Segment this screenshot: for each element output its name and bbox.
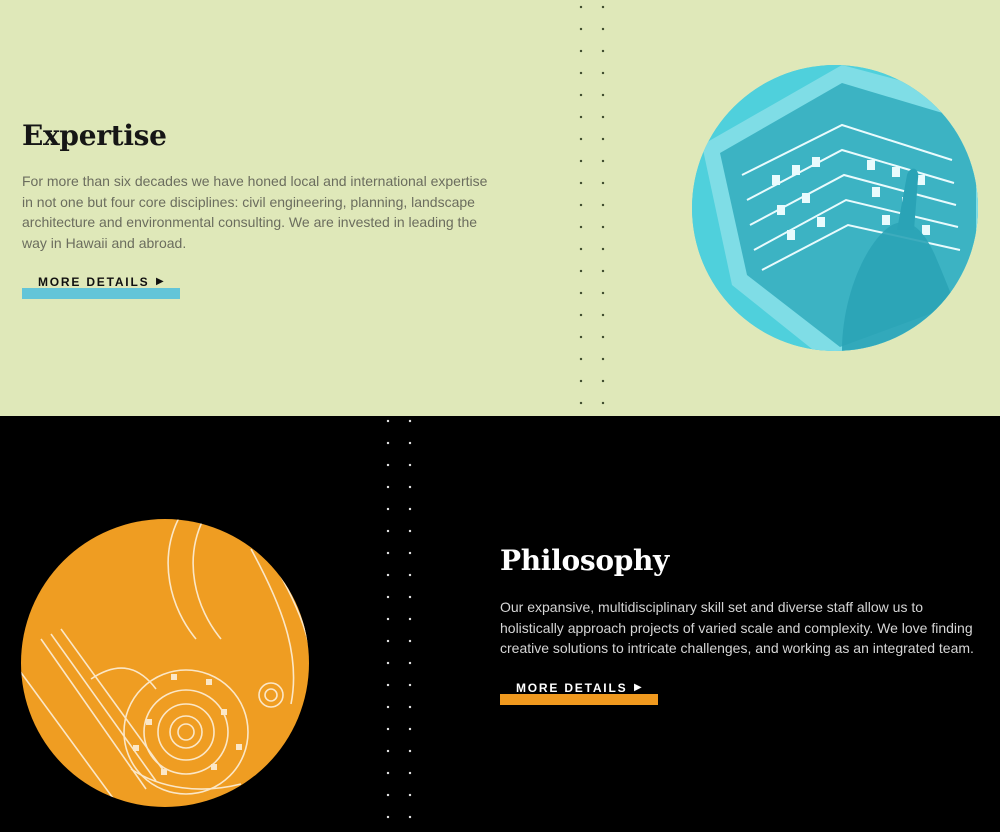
expertise-more-details-button[interactable]: MORE DETAILS ▶: [22, 275, 180, 299]
play-arrow-icon: ▶: [156, 276, 164, 287]
button-underline-bar: [22, 288, 180, 299]
philosophy-more-details-button[interactable]: MORE DETAILS ▶: [500, 681, 658, 705]
tablet-drawing-illustration: [692, 65, 978, 351]
button-label: MORE DETAILS: [38, 275, 150, 289]
philosophy-title: Philosophy: [500, 544, 670, 577]
dotted-divider: [377, 416, 429, 832]
play-arrow-icon: ▶: [634, 682, 642, 693]
philosophy-section: Philosophy Our expansive, multidisciplin…: [0, 416, 1000, 832]
site-plan-image: [21, 519, 309, 807]
philosophy-description: Our expansive, multidisciplinary skill s…: [500, 599, 974, 656]
button-underline-bar: [500, 694, 658, 705]
button-label: MORE DETAILS: [516, 681, 628, 695]
dotted-divider: [570, 0, 622, 416]
expertise-section: Expertise For more than six decades we h…: [0, 0, 1000, 416]
expertise-title: Expertise: [22, 119, 167, 152]
tablet-drawing-image: [692, 65, 978, 351]
expertise-description: For more than six decades we have honed …: [22, 173, 488, 251]
site-plan-illustration: [21, 519, 309, 807]
